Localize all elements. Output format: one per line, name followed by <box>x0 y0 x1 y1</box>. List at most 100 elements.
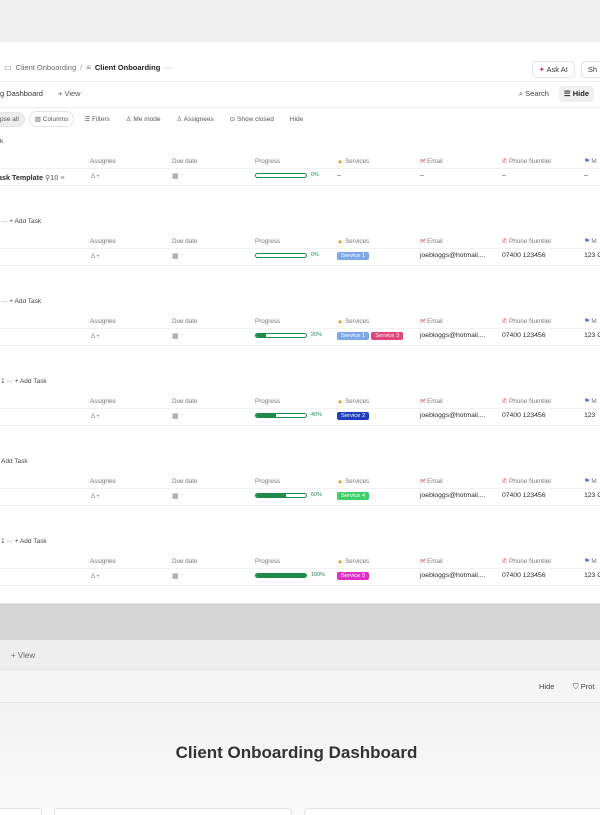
col-email[interactable]: ✉ Email <box>420 478 443 485</box>
phone-cell[interactable]: 07400 123456 <box>502 252 545 259</box>
search-button[interactable]: ⌕ Search <box>515 86 553 102</box>
calendar-icon[interactable]: ▦ <box>172 172 178 180</box>
m-cell[interactable]: 123 C <box>584 252 600 259</box>
services-cell[interactable]: Service 4 <box>337 492 371 500</box>
services-cell[interactable]: Service 2 <box>337 412 371 420</box>
col-due-date[interactable]: Due date <box>172 318 198 325</box>
col-phone[interactable]: ✆ Phone Number <box>502 158 551 165</box>
share-button[interactable]: Sh <box>580 61 600 78</box>
add-assignee-icon[interactable]: ♙+ <box>90 172 100 180</box>
table-row[interactable]: ♙+ ▦ 20% Service 1 Service 3 joebloggs@ho… <box>0 328 600 346</box>
email-cell[interactable]: joebloggs@hotmail.... <box>420 492 485 499</box>
service-tag[interactable]: Service 4 <box>337 492 370 500</box>
calendar-icon[interactable]: ▦ <box>172 572 178 580</box>
ask-ai-button[interactable]: ✦ Ask AI <box>531 61 575 78</box>
group-header[interactable]: 1 ··· + Add Task <box>1 378 47 385</box>
email-cell[interactable]: joebloggs@hotmail.... <box>420 572 485 579</box>
tab-dashboard[interactable]: g Dashboard <box>0 89 43 98</box>
filters-button[interactable]: ☰ Filters <box>78 111 115 127</box>
dashboard-card[interactable] <box>54 808 292 815</box>
col-m[interactable]: ⚑ M <box>584 158 597 165</box>
col-services[interactable]: ▲ Services <box>337 238 369 245</box>
dashboard-card[interactable] <box>0 808 42 815</box>
col-phone[interactable]: ✆ Phone Number <box>502 398 551 405</box>
columns-button[interactable]: ▥ Columns <box>28 111 75 127</box>
breadcrumb-parent[interactable]: Client Onboarding <box>16 63 76 72</box>
col-phone[interactable]: ✆ Phone Number <box>502 238 551 245</box>
task-title[interactable]: ask Template ⚲10 ≡ <box>0 173 64 182</box>
col-assignee[interactable]: Assignee <box>90 318 116 325</box>
col-services[interactable]: ▲ Services <box>337 398 369 405</box>
service-tag[interactable]: Service 5 <box>337 572 370 580</box>
col-progress[interactable]: Progress <box>255 238 280 245</box>
col-due-date[interactable]: Due date <box>172 158 198 165</box>
col-phone[interactable]: ✆ Phone Number <box>502 478 551 485</box>
service-tag[interactable]: Service 3 <box>371 332 404 340</box>
col-due-date[interactable]: Due date <box>172 238 198 245</box>
email-cell[interactable]: – <box>420 172 424 179</box>
col-assignee[interactable]: Assignee <box>90 158 116 165</box>
add-view-button[interactable]: + View <box>58 89 81 98</box>
more-icon[interactable]: ··· <box>164 63 172 72</box>
add-assignee-icon[interactable]: ♙+ <box>90 492 100 500</box>
table-row[interactable]: ask Template ⚲10 ≡ ♙+ ▦ 0% – – – – <box>0 168 600 186</box>
add-assignee-icon[interactable]: ♙+ <box>90 332 100 340</box>
hide-button[interactable]: ☰ Hide <box>558 86 594 102</box>
show-closed-button[interactable]: ⊙ Show closed <box>224 111 280 127</box>
col-progress[interactable]: Progress <box>255 478 280 485</box>
col-m[interactable]: ⚑ M <box>584 398 597 405</box>
m-cell[interactable]: 123 C <box>584 492 600 499</box>
calendar-icon[interactable]: ▦ <box>172 412 178 420</box>
col-services[interactable]: ▲ Services <box>337 558 369 565</box>
protect-button[interactable]: ⛉ Prot <box>573 682 594 692</box>
service-tag[interactable]: Service 1 <box>337 252 370 260</box>
col-m[interactable]: ⚑ M <box>584 558 597 565</box>
table-row[interactable]: ♙+ ▦ 100% Service 5 joebloggs@hotmail...… <box>0 568 600 586</box>
col-progress[interactable]: Progress <box>255 558 280 565</box>
table-row[interactable]: ♙+ ▦ 40% Service 2 joebloggs@hotmail....… <box>0 408 600 426</box>
calendar-icon[interactable]: ▦ <box>172 492 178 500</box>
col-due-date[interactable]: Due date <box>172 478 198 485</box>
col-assignee[interactable]: Assignee <box>90 478 116 485</box>
col-email[interactable]: ✉ Email <box>420 158 443 165</box>
email-cell[interactable]: joebloggs@hotmail.... <box>420 332 485 339</box>
col-assignee[interactable]: Assignee <box>90 558 116 565</box>
group-header[interactable]: Add Task <box>1 458 28 465</box>
service-tag[interactable]: Service 1 <box>337 332 370 340</box>
col-progress[interactable]: Progress <box>255 158 280 165</box>
col-m[interactable]: ⚑ M <box>584 478 597 485</box>
col-m[interactable]: ⚑ M <box>584 238 597 245</box>
email-cell[interactable]: joebloggs@hotmail.... <box>420 412 485 419</box>
add-view-button-2[interactable]: + View <box>11 651 35 660</box>
calendar-icon[interactable]: ▦ <box>172 252 178 260</box>
col-due-date[interactable]: Due date <box>172 398 198 405</box>
calendar-icon[interactable]: ▦ <box>172 332 178 340</box>
col-services[interactable]: ▲ Services <box>337 318 369 325</box>
phone-cell[interactable]: 07400 123456 <box>502 332 545 339</box>
col-email[interactable]: ✉ Email <box>420 318 443 325</box>
col-email[interactable]: ✉ Email <box>420 238 443 245</box>
add-assignee-icon[interactable]: ♙+ <box>90 252 100 260</box>
phone-cell[interactable]: 07400 123456 <box>502 492 545 499</box>
group-header[interactable]: ··· + Add Task <box>1 298 41 305</box>
services-cell[interactable]: Service 1 <box>337 252 371 260</box>
table-row[interactable]: ♙+ ▦ 60% Service 4 joebloggs@hotmail....… <box>0 488 600 506</box>
col-assignee[interactable]: Assignee <box>90 238 116 245</box>
m-cell[interactable]: 123 C <box>584 572 600 579</box>
col-m[interactable]: ⚑ M <box>584 318 597 325</box>
collapse-all-button[interactable]: pse all <box>0 111 25 127</box>
assignees-button[interactable]: ♙ Assignees <box>171 111 220 127</box>
col-due-date[interactable]: Due date <box>172 558 198 565</box>
breadcrumb-current[interactable]: Client Onboarding <box>95 63 160 72</box>
group-header[interactable]: 1 ··· + Add Task <box>1 538 47 545</box>
col-email[interactable]: ✉ Email <box>420 398 443 405</box>
col-progress[interactable]: Progress <box>255 318 280 325</box>
m-cell[interactable]: – <box>584 172 588 179</box>
add-assignee-icon[interactable]: ♙+ <box>90 412 100 420</box>
dashboard-card[interactable] <box>304 808 600 815</box>
col-services[interactable]: ▲ Services <box>337 158 369 165</box>
service-tag[interactable]: Service 2 <box>337 412 370 420</box>
col-phone[interactable]: ✆ Phone Number <box>502 558 551 565</box>
col-assignee[interactable]: Assignee <box>90 398 116 405</box>
me-mode-button[interactable]: ♙ Me mode <box>120 111 167 127</box>
